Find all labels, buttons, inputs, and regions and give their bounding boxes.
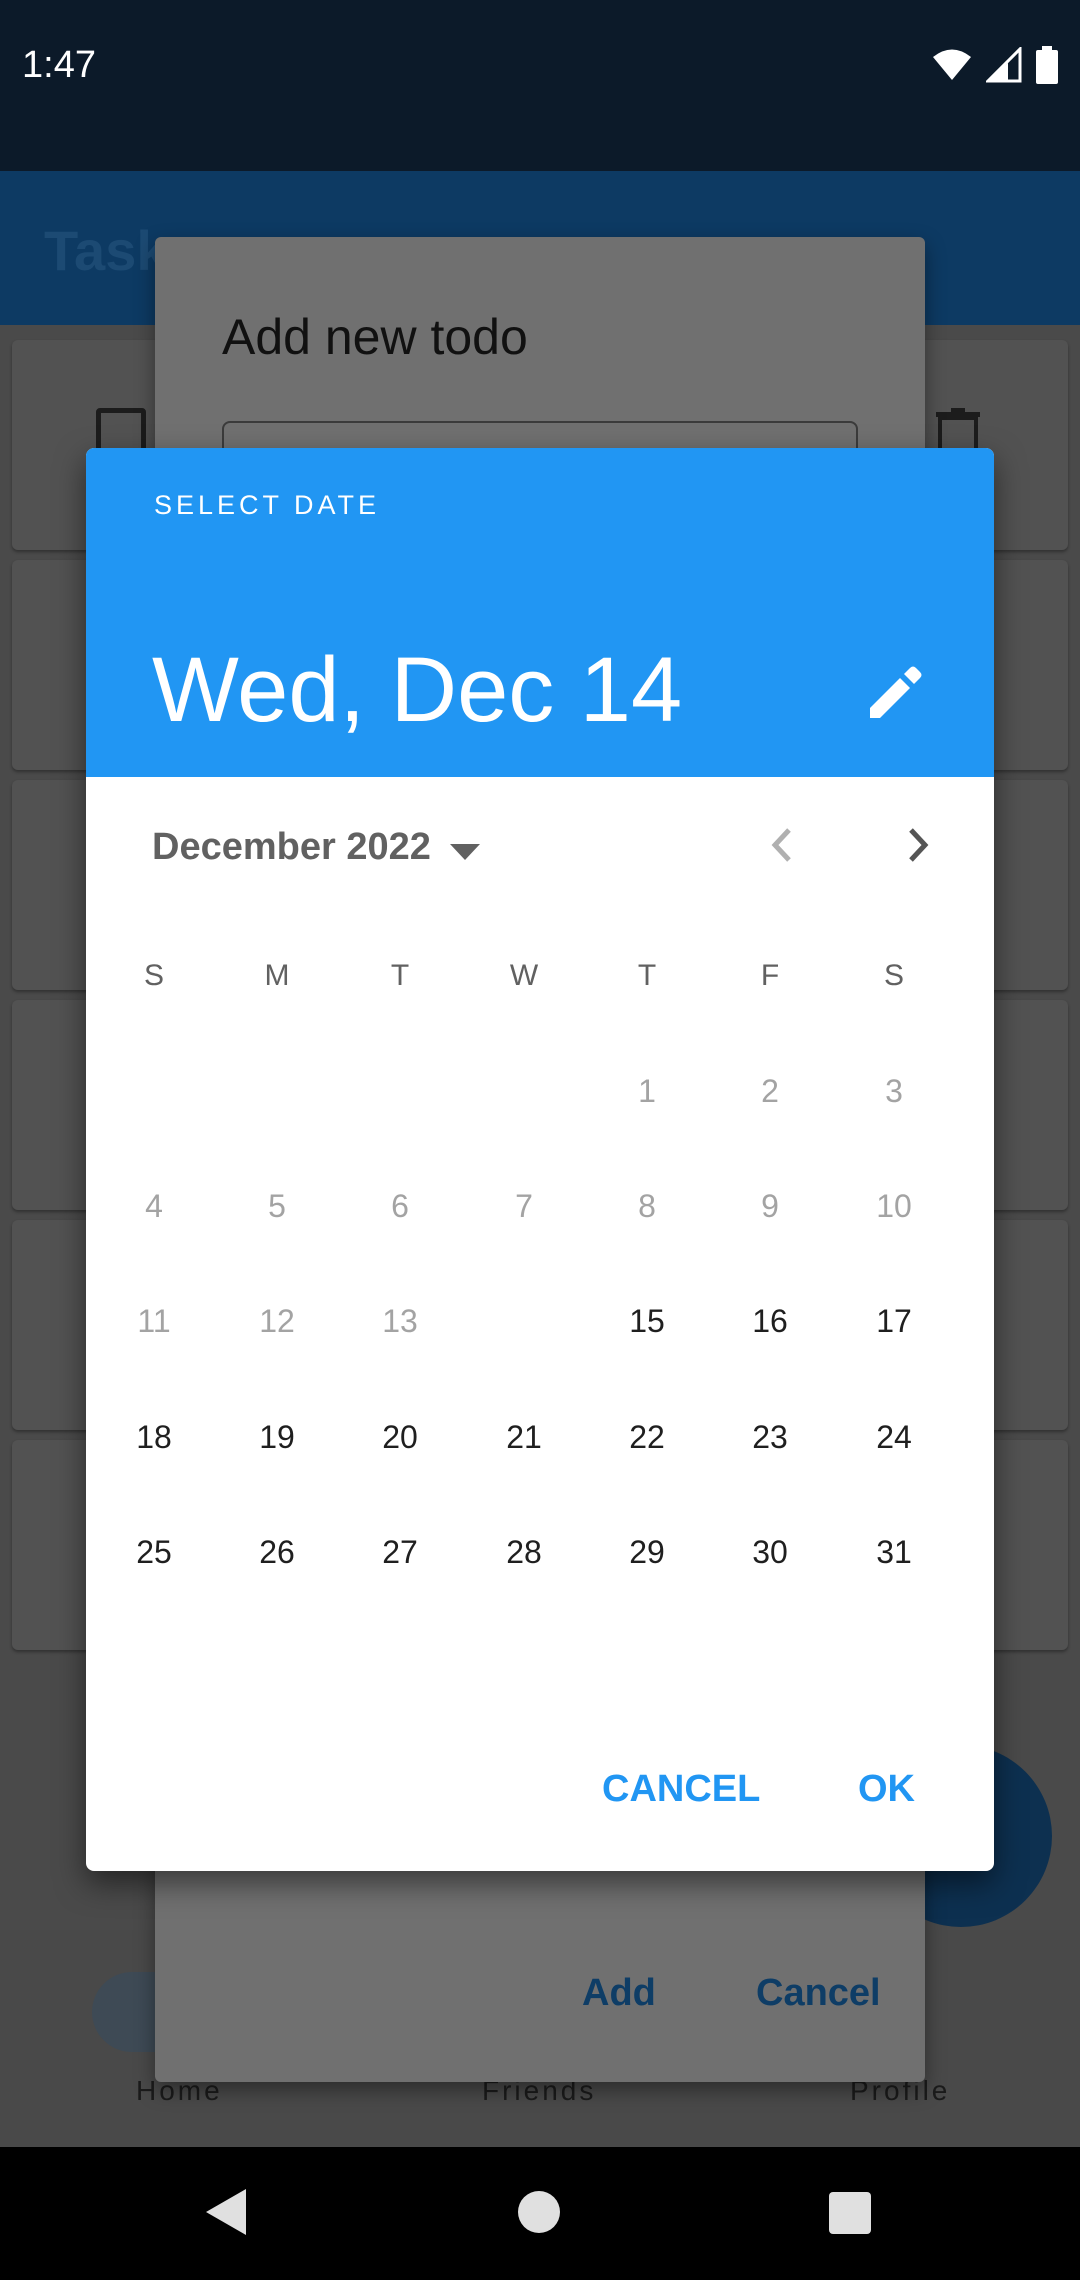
calendar-day[interactable]: 24 [836,1379,952,1495]
calendar-day: 10 [836,1148,952,1264]
calendar-day[interactable]: 23 [712,1379,828,1495]
calendar-day[interactable]: 20 [342,1379,458,1495]
calendar-day-label: 22 [629,1419,665,1455]
select-date-label: SELECT DATE [154,490,381,520]
signal-icon [986,47,1022,83]
calendar-day-label: 24 [876,1419,912,1455]
calendar-day-label: 25 [136,1534,172,1570]
calendar-day-label: 1 [638,1073,656,1109]
calendar-day-label: 2 [761,1073,779,1109]
calendar-day-label: 6 [391,1188,409,1224]
calendar-day: 3 [836,1033,952,1149]
wifi-icon [933,49,971,80]
calendar-day-label: 3 [885,1073,903,1109]
calendar-day-label: 15 [629,1303,665,1339]
calendar-day-label: 26 [259,1534,295,1570]
battery-icon [1036,46,1058,84]
calendar-day[interactable]: 21 [466,1379,582,1495]
app-title: Task [44,219,168,282]
calendar-day-label: 18 [136,1419,172,1455]
cancel-button[interactable]: CANCEL [602,1768,760,1811]
weekday-label: S [143,959,164,992]
calendar-day[interactable]: 28 [466,1494,582,1610]
calendar-day-label: 30 [752,1534,788,1570]
calendar-day-label: 20 [382,1419,418,1455]
dropdown-arrow-icon[interactable] [448,842,482,862]
add-button[interactable]: Add [582,1972,656,2015]
calendar-day: 2 [712,1033,828,1149]
calendar-day: 1 [589,1033,705,1149]
calendar-day-label: 27 [382,1534,418,1570]
calendar-day: 6 [342,1148,458,1264]
weekday-label: W [509,959,539,992]
calendar-day[interactable]: 30 [712,1494,828,1610]
calendar-day[interactable]: 25 [96,1494,212,1610]
calendar-day-label: 23 [752,1419,788,1455]
cancel-todo-button[interactable]: Cancel [756,1972,881,2015]
calendar-day-label: 17 [876,1303,912,1339]
calendar-day-label: 14 [506,1303,542,1339]
calendar-day-label: 31 [876,1534,912,1570]
recents-icon[interactable] [829,2192,871,2234]
date-picker-dialog: SELECT DATE Wed, Dec 14 December 2022 S M… [86,448,994,1871]
calendar-day-label: 9 [761,1188,779,1224]
calendar-day[interactable]: 16 [712,1263,828,1379]
home-icon[interactable] [518,2191,560,2233]
calendar-day-label: 13 [382,1303,418,1339]
calendar-day-label: 8 [638,1188,656,1224]
calendar-day[interactable]: 27 [342,1494,458,1610]
calendar-day-label: 21 [506,1419,542,1455]
calendar-day-label: 5 [268,1188,286,1224]
status-time: 1:47 [22,44,96,86]
add-todo-title: Add new todo [222,309,528,365]
back-icon[interactable] [206,2189,246,2235]
calendar-day[interactable]: 15 [589,1263,705,1379]
calendar-day-label: 10 [876,1188,912,1224]
weekday-label: T [637,959,657,992]
calendar-day: 13 [342,1263,458,1379]
calendar-day-label: 4 [145,1188,163,1224]
calendar-day-label: 11 [137,1303,171,1339]
weekday-label: F [760,959,780,992]
selected-date-text: Wed, Dec 14 [152,639,683,741]
calendar-day[interactable]: 18 [96,1379,212,1495]
ok-button[interactable]: OK [858,1768,915,1811]
status-bar: 1:47 [0,0,1080,171]
weekday-label: T [390,959,410,992]
calendar-day[interactable]: 26 [219,1494,335,1610]
calendar-day: 12 [219,1263,335,1379]
calendar-day-label: 28 [506,1534,542,1570]
calendar-day-label: 16 [752,1303,788,1339]
calendar-day[interactable]: 22 [589,1379,705,1495]
calendar-day-label: 12 [259,1303,295,1339]
calendar-day: 5 [219,1148,335,1264]
calendar-day: 11 [96,1263,212,1379]
calendar-day-label: 7 [515,1188,533,1224]
date-picker-header: SELECT DATE Wed, Dec 14 [86,448,994,777]
calendar-day[interactable]: 31 [836,1494,952,1610]
calendar-day[interactable]: 19 [219,1379,335,1495]
weekday-label: M [264,959,290,992]
chevron-right-icon[interactable] [892,820,942,870]
weekday-label: S [883,959,904,992]
calendar-day[interactable]: 17 [836,1263,952,1379]
calendar-day-selected[interactable]: 14 [466,1263,582,1379]
edit-icon[interactable] [866,666,922,722]
system-nav-bar [0,2147,1080,2280]
calendar-day: 9 [712,1148,828,1264]
calendar-day-label: 19 [259,1419,295,1455]
calendar-day: 4 [96,1148,212,1264]
chevron-left-icon[interactable] [758,820,808,870]
calendar-day[interactable]: 29 [589,1494,705,1610]
calendar-day: 7 [466,1148,582,1264]
calendar-day-label: 29 [629,1534,665,1570]
status-icons [932,46,1058,84]
month-year-selector[interactable]: December 2022 [152,826,431,869]
calendar-day: 8 [589,1148,705,1264]
